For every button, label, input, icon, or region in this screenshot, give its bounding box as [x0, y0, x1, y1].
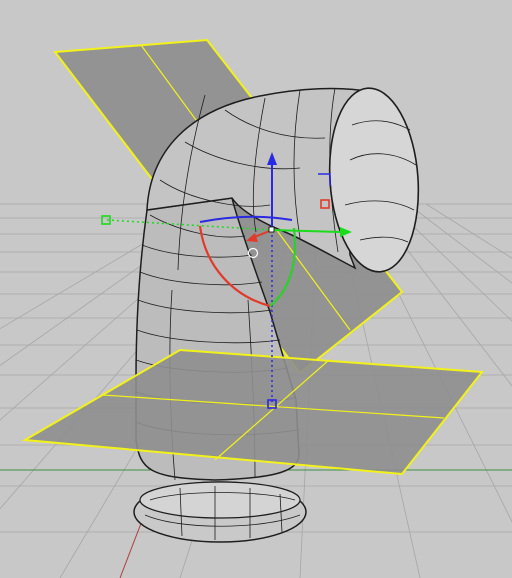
- pipe-flange-top: [139, 481, 301, 519]
- lower-cutting-plane[interactable]: [21, 348, 484, 476]
- gizmo-origin-handle-icon[interactable]: [268, 226, 275, 233]
- viewport-scene[interactable]: [0, 0, 512, 578]
- 3d-viewport[interactable]: [0, 0, 512, 578]
